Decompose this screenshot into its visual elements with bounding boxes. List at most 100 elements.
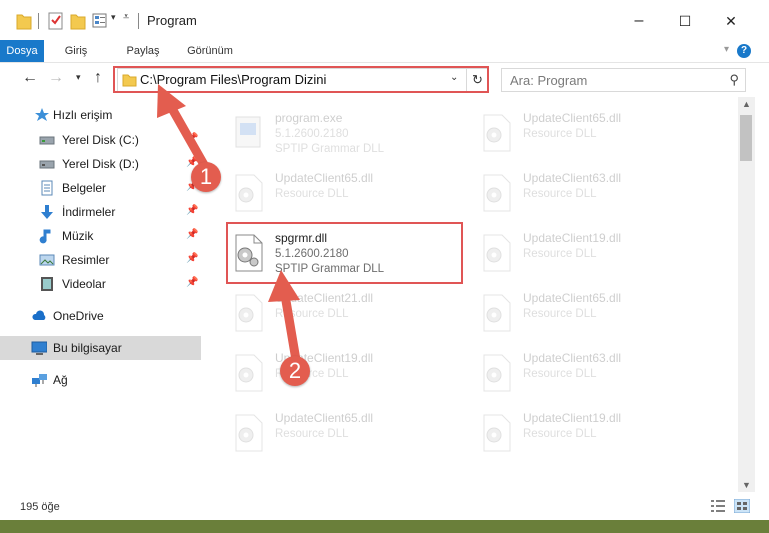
sidebar-item-documents[interactable]: Belgeler 📌: [0, 176, 201, 200]
address-bar-highlight: [113, 66, 489, 93]
file-item[interactable]: UpdateClient19.dll Resource DLL: [468, 223, 708, 279]
back-arrow-icon[interactable]: ←: [22, 69, 38, 87]
dll-icon: [235, 294, 263, 332]
tab-file[interactable]: Dosya: [0, 40, 44, 62]
dll-icon: [483, 414, 511, 452]
file-item[interactable]: program.exe 5.1.2600.2180 SPTIP Grammar …: [220, 103, 460, 159]
file-item[interactable]: UpdateClient19.dll Resource DLL: [468, 403, 708, 459]
details-view-icon[interactable]: [710, 499, 726, 513]
file-item[interactable]: UpdateClient65.dll Resource DLL: [220, 403, 460, 459]
file-name: UpdateClient63.dll: [523, 351, 622, 365]
file-name: program.exe: [275, 111, 343, 125]
navigation-pane: Hızlı erişim Yerel Disk (C:) 📌 Yerel Dis…: [0, 97, 205, 492]
file-item[interactable]: UpdateClient65.dll Resource DLL: [468, 283, 708, 339]
recent-locations-chevron-icon[interactable]: ▾: [76, 72, 81, 83]
tiles-view-icon[interactable]: [734, 499, 750, 513]
file-description: Resource DLL: [275, 188, 349, 200]
up-arrow-icon[interactable]: ↑: [94, 69, 102, 87]
dll-icon: [483, 114, 511, 152]
new-folder-icon[interactable]: [70, 11, 86, 31]
search-placeholder: Ara: Program: [510, 73, 588, 88]
sidebar-item-onedrive[interactable]: OneDrive: [0, 304, 201, 328]
file-name: UpdateClient65.dll: [523, 291, 622, 305]
tab-home[interactable]: Giriş: [54, 40, 98, 62]
dll-icon: [235, 174, 263, 212]
customize-toolbar-icon[interactable]: ⩡: [123, 11, 129, 31]
dll-icon: [235, 354, 263, 392]
scrollbar-thumb[interactable]: [740, 115, 752, 161]
sidebar-item-music[interactable]: Müzik 📌: [0, 224, 201, 248]
file-description: SPTIP Grammar DLL: [275, 143, 385, 155]
sidebar-item-network[interactable]: Ağ: [0, 368, 201, 392]
sidebar-item-label: Bu bilgisayar: [53, 341, 122, 355]
sidebar-item-label: Ağ: [53, 373, 68, 387]
expand-ribbon-icon[interactable]: ▾: [724, 44, 729, 55]
file-description: Resource DLL: [523, 428, 597, 440]
dll-icon: [235, 414, 263, 452]
download-icon: [41, 205, 53, 219]
search-box[interactable]: Ara: Program ⚲: [501, 68, 746, 92]
sidebar-item-drive-c[interactable]: Yerel Disk (C:) 📌: [0, 128, 201, 152]
properties-icon[interactable]: [48, 11, 64, 31]
sidebar-item-this-pc[interactable]: Bu bilgisayar: [0, 336, 201, 360]
scroll-up-icon[interactable]: ▲: [742, 99, 751, 109]
pin-icon[interactable]: 📌: [186, 277, 198, 288]
file-item[interactable]: UpdateClient63.dll Resource DLL: [468, 343, 708, 399]
title-divider: [138, 13, 139, 29]
pin-icon[interactable]: 📌: [186, 229, 198, 240]
sidebar-item-quick-access[interactable]: Hızlı erişim: [0, 103, 201, 127]
scroll-down-icon[interactable]: ▼: [742, 480, 751, 490]
window-title: Program: [147, 13, 197, 28]
star-icon: [35, 108, 49, 121]
pin-icon[interactable]: 📌: [186, 133, 198, 144]
tab-view[interactable]: Görünüm: [180, 40, 240, 62]
pictures-icon: [39, 254, 55, 266]
music-icon: [39, 229, 51, 244]
tab-share[interactable]: Paylaş: [118, 40, 168, 62]
file-item[interactable]: UpdateClient19.dll Resource DLL: [220, 343, 460, 399]
drive-icon: [39, 160, 55, 169]
view-options-icon[interactable]: [92, 11, 110, 31]
step-1-badge: 1: [191, 162, 221, 192]
video-icon: [41, 277, 53, 291]
sidebar-item-pictures[interactable]: Resimler 📌: [0, 248, 201, 272]
customize-toolbar-chevron-icon[interactable]: ▾: [111, 12, 116, 32]
file-name: UpdateClient65.dll: [523, 111, 622, 125]
step-2-badge: 2: [280, 356, 310, 386]
maximize-button[interactable]: ☐: [662, 4, 708, 38]
title-bar: ▾ ⩡ Program – ☐ ✕: [0, 0, 769, 40]
close-button[interactable]: ✕: [708, 4, 754, 38]
file-description: Resource DLL: [523, 368, 597, 380]
computer-icon: [31, 341, 47, 355]
sidebar-item-drive-d[interactable]: Yerel Disk (D:) 📌: [0, 152, 201, 176]
file-item[interactable]: UpdateClient63.dll Resource DLL: [468, 163, 708, 219]
dll-icon: [483, 174, 511, 212]
forward-arrow-icon[interactable]: →: [48, 69, 64, 87]
drive-icon: [39, 136, 55, 145]
sidebar-item-downloads[interactable]: İndirmeler 📌: [0, 200, 201, 224]
file-description: Resource DLL: [523, 308, 597, 320]
pin-icon[interactable]: 📌: [186, 205, 198, 216]
ribbon-tabs: Dosya Giriş Paylaş Görünüm: [0, 40, 769, 63]
sidebar-item-label: Videolar: [62, 277, 106, 291]
file-highlight: [226, 222, 463, 284]
file-name: UpdateClient65.dll: [275, 411, 374, 425]
dll-icon: [483, 294, 511, 332]
vertical-scrollbar[interactable]: ▲ ▼: [738, 97, 755, 492]
sidebar-item-label: Müzik: [62, 229, 94, 243]
sidebar-item-label: Hızlı erişim: [53, 108, 113, 122]
status-bar: 195 öğe: [0, 492, 769, 520]
file-item[interactable]: UpdateClient65.dll Resource DLL: [468, 103, 708, 159]
file-item[interactable]: UpdateClient65.dll Resource DLL: [220, 163, 460, 219]
file-description: Resource DLL: [275, 428, 349, 440]
help-icon[interactable]: ?: [737, 44, 751, 58]
dll-icon: [483, 354, 511, 392]
folder-icon: [16, 14, 32, 30]
sidebar-item-label: OneDrive: [53, 309, 104, 323]
file-item[interactable]: UpdateClient21.dll Resource DLL: [220, 283, 460, 339]
minimize-button[interactable]: –: [616, 4, 662, 38]
sidebar-item-videos[interactable]: Videolar 📌: [0, 272, 201, 296]
pin-icon[interactable]: 📌: [186, 253, 198, 264]
sidebar-item-label: Yerel Disk (D:): [62, 157, 139, 171]
search-icon: ⚲: [729, 72, 739, 87]
